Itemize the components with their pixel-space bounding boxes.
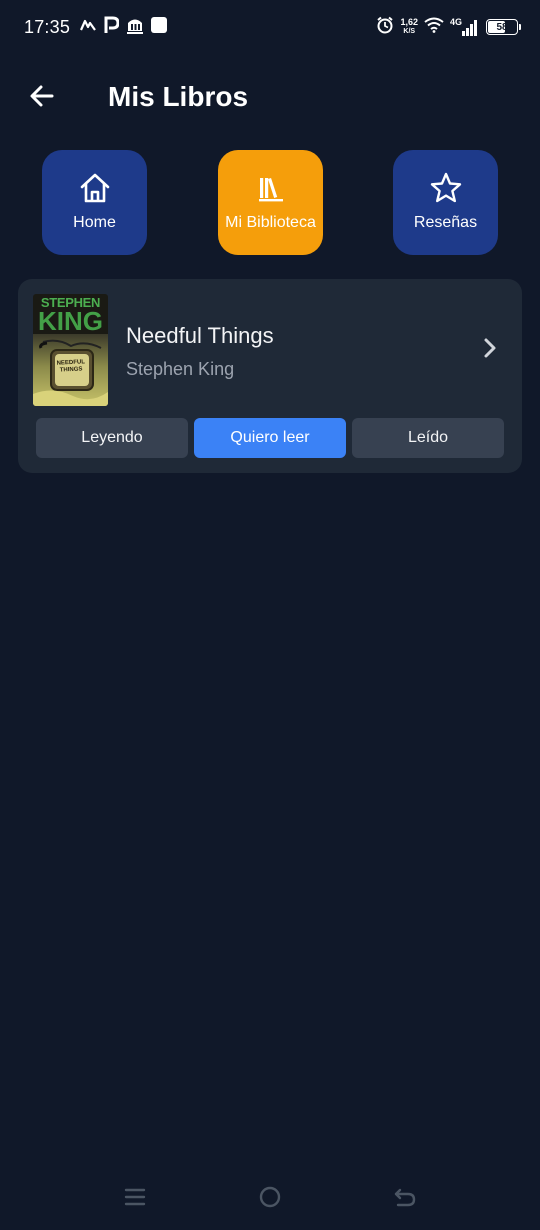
system-nav-bar	[0, 1170, 540, 1230]
nav-tile-library[interactable]: Mi Biblioteca	[218, 150, 323, 255]
status-read-button[interactable]: Leído	[352, 418, 504, 458]
arrow-left-icon	[28, 82, 56, 115]
back-system-button[interactable]	[390, 1184, 420, 1214]
book-title: Needful Things	[126, 323, 274, 348]
status-bar: 17:35 1,62 K/S 4G 58	[0, 0, 540, 56]
status-left-icons	[79, 16, 167, 39]
chevron-right-icon	[483, 337, 497, 364]
menu-lines-icon	[124, 1187, 146, 1212]
cover-title: NEEDFUL THINGS	[56, 359, 86, 374]
star-icon	[429, 170, 463, 206]
back-button[interactable]	[24, 80, 60, 116]
net-speed: 1,62 K/S	[400, 18, 418, 36]
book-cover[interactable]: STEPHEN KING NEEDFUL THINGS	[33, 294, 108, 406]
battery-icon: 58	[486, 19, 521, 35]
square-app-icon	[151, 16, 167, 38]
cover-author-last: KING	[38, 306, 103, 336]
book-author: Stephen King	[126, 359, 235, 379]
home-icon	[78, 170, 112, 206]
return-icon	[393, 1186, 417, 1213]
signal-app-icon	[79, 18, 96, 37]
book-info[interactable]: Needful Things Stephen King	[126, 323, 456, 380]
book-detail-button[interactable]	[480, 337, 500, 363]
app-header: Mis Libros	[0, 70, 540, 126]
status-time: 17:35	[24, 17, 71, 37]
screen: 17:35 1,62 K/S 4G 58 Mis Libros Home Mi …	[0, 0, 540, 1230]
net-speed-value: 1,62	[400, 17, 418, 27]
p-app-icon	[103, 16, 120, 39]
nav-tile-reviews[interactable]: Reseñas	[393, 150, 498, 255]
nav-tile-home[interactable]: Home	[42, 150, 147, 255]
page-title: Mis Libros	[108, 81, 249, 112]
status-want-to-read-button[interactable]: Quiero leer	[194, 418, 346, 458]
nav-tile-library-label: Mi Biblioteca	[225, 214, 316, 231]
home-system-button[interactable]	[255, 1184, 285, 1214]
nav-tile-reviews-label: Reseñas	[413, 214, 478, 231]
cell-signal-icon: 4G	[450, 17, 480, 37]
library-icon	[256, 170, 286, 206]
book-card: STEPHEN KING NEEDFUL THINGS Needful Thin…	[18, 279, 522, 473]
recent-apps-button[interactable]	[120, 1184, 150, 1214]
status-reading-button[interactable]: Leyendo	[36, 418, 188, 458]
bank-app-icon	[126, 16, 144, 39]
status-right-icons: 1,62 K/S 4G 58	[376, 15, 521, 39]
nav-tile-home-label: Home	[73, 214, 116, 231]
battery-level: 58	[496, 21, 508, 33]
circle-icon	[258, 1185, 282, 1214]
alarm-icon	[376, 16, 394, 39]
net-speed-unit: K/S	[403, 28, 416, 35]
reading-status-selector: Leyendo Quiero leer Leído	[36, 418, 504, 458]
wifi-icon	[424, 17, 444, 38]
